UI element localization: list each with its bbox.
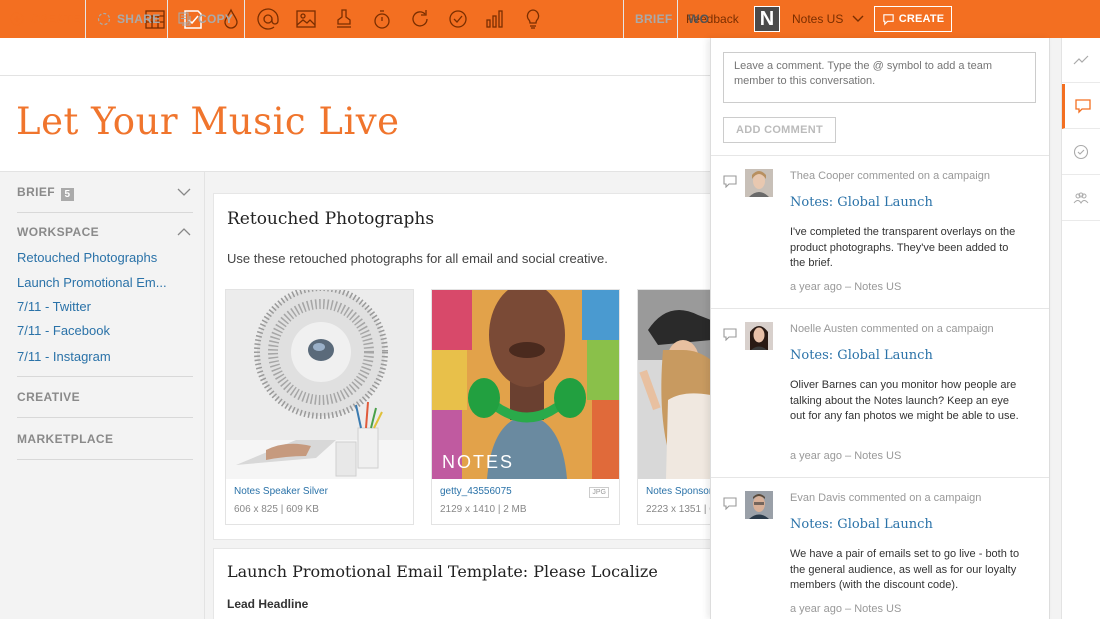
lead-headline-label: Lead Headline [227,597,309,611]
comment-text: I've completed the transparent overlays … [790,226,1016,269]
at-icon[interactable] [256,7,280,31]
photo-overlay-text: NOTES [442,452,515,472]
toolbar-brief-tab[interactable]: BRIEF [635,0,673,38]
check-circle-icon[interactable] [446,7,470,31]
toolbar-divider [167,0,168,38]
timer-icon[interactable] [370,7,394,31]
comment-author: Noelle Austen commented on a campaign [790,323,994,335]
comment-campaign-link[interactable]: Notes: Global Launch [790,517,933,532]
file-type-badge: JPG [589,487,609,498]
avatar[interactable] [745,491,773,519]
refresh-icon[interactable] [408,7,432,31]
stamp-icon[interactable] [332,7,356,31]
sidebar-marketplace-header[interactable]: MARKETPLACE [17,432,113,446]
sidebar-divider [17,212,193,213]
photo-card[interactable]: Notes Speaker Silver 606 x 825 | 609 KB [225,289,414,525]
rail-analytics[interactable] [1062,38,1100,83]
photo-card[interactable]: Notes Sponsor 2223 x 1351 | 6 [637,289,710,525]
sidebar-item-launch-promotional-email[interactable]: Launch Promotional Em... [17,275,167,290]
comment-campaign-link[interactable]: Notes: Global Launch [790,348,933,363]
avatar[interactable] [745,322,773,350]
comment-input[interactable] [723,52,1036,103]
add-comment-button[interactable]: ADD COMMENT [723,117,836,143]
brand-logo[interactable]: N [754,6,780,32]
page-title: Let Your Music Live [16,100,400,143]
toolbar-share-label: SHARE [117,12,161,26]
rail-tasks[interactable] [1062,130,1100,175]
toolbar-workspace-tab[interactable]: WO [688,0,709,38]
sidebar-divider [17,459,193,460]
avatar[interactable] [745,169,773,197]
comment-bubble-icon [882,13,894,25]
photo-name[interactable]: getty_43556075 [440,486,512,497]
sidebar-workspace-header[interactable]: WORKSPACE [17,225,99,239]
card-title: Retouched Photographs [227,209,435,229]
comment-icon [1074,99,1091,114]
photo-thumbnail[interactable] [638,290,710,479]
check-circle-icon [1073,144,1089,160]
comment-text: We have a pair of emails set to go live … [790,548,1020,591]
photo-meta: 2129 x 1410 | 2 MB [440,504,527,515]
comment-meta: a year ago – Notes US [790,281,902,293]
comment-icon [723,497,737,510]
brand-switcher[interactable]: Notes US [792,12,843,26]
photo-meta: 606 x 825 | 609 KB [234,504,319,515]
sidebar-brief-label: BRIEF [17,185,55,199]
brief-count-badge: 5 [61,188,74,201]
comment-author: Thea Cooper commented on a campaign [790,170,990,182]
card-title: Launch Promotional Email Template: Pleas… [227,562,658,581]
comment-author: Evan Davis commented on a campaign [790,492,982,504]
chevron-down-icon[interactable] [851,12,865,26]
photo-meta: 2223 x 1351 | 6 [646,504,710,515]
chevron-down-icon[interactable] [177,185,191,199]
toolbar-divider [244,0,245,38]
bar-chart-icon[interactable] [483,7,507,31]
comment-meta: a year ago – Notes US [790,450,902,462]
photo-thumbnail[interactable]: NOTES [432,290,619,479]
toolbar-create-button[interactable]: CREATE [10,0,80,38]
photo-thumbnail[interactable] [226,290,413,479]
trend-icon [1073,55,1089,65]
comment-icon [723,328,737,341]
comment-divider [711,308,1049,309]
share-icon [97,12,111,26]
team-icon [1073,192,1089,204]
photo-name[interactable]: Notes Sponsor [646,486,710,497]
card-description: Use these retouched photographs for all … [227,251,608,266]
comment-divider [711,155,1049,156]
toolbar-divider [677,0,678,38]
toolbar-copy-button[interactable]: COPY [178,0,233,38]
toolbar-create-label: CREATE [30,12,81,26]
lightbulb-icon[interactable] [521,7,545,31]
copy-icon [178,12,191,26]
sidebar-divider [17,417,193,418]
toolbar-divider [85,0,86,38]
sidebar-divider [17,376,193,377]
create-button-label: CREATE [898,13,945,25]
sidebar-brief-header[interactable]: BRIEF 5 [17,185,74,201]
toolbar-divider [623,0,624,38]
comment-meta: a year ago – Notes US [790,603,902,615]
photo-name[interactable]: Notes Speaker Silver [234,486,328,497]
toolbar [0,38,710,76]
image-icon[interactable] [294,7,318,31]
comment-text: Oliver Barnes can you monitor how people… [790,379,1019,422]
toolbar-share-button[interactable]: SHARE [97,0,161,38]
create-button[interactable]: CREATE [874,6,952,32]
rail-team[interactable] [1062,176,1100,221]
sidebar-item-facebook[interactable]: 7/11 - Facebook [17,323,110,338]
photo-card[interactable]: NOTES getty_43556075 JPG 2129 x 1410 | 2… [431,289,620,525]
plus-circle-icon [10,12,24,26]
comment-icon [723,175,737,188]
comment-campaign-link[interactable]: Notes: Global Launch [790,195,933,210]
sidebar-item-retouched-photographs[interactable]: Retouched Photographs [17,250,157,265]
sidebar-creative-header[interactable]: CREATIVE [17,390,80,404]
sidebar-item-instagram[interactable]: 7/11 - Instagram [17,349,111,364]
comment-divider [711,477,1049,478]
toolbar-copy-label: COPY [198,12,234,26]
chevron-up-icon[interactable] [177,225,191,239]
rail-comments[interactable] [1062,84,1100,129]
sidebar-item-twitter[interactable]: 7/11 - Twitter [17,299,91,314]
